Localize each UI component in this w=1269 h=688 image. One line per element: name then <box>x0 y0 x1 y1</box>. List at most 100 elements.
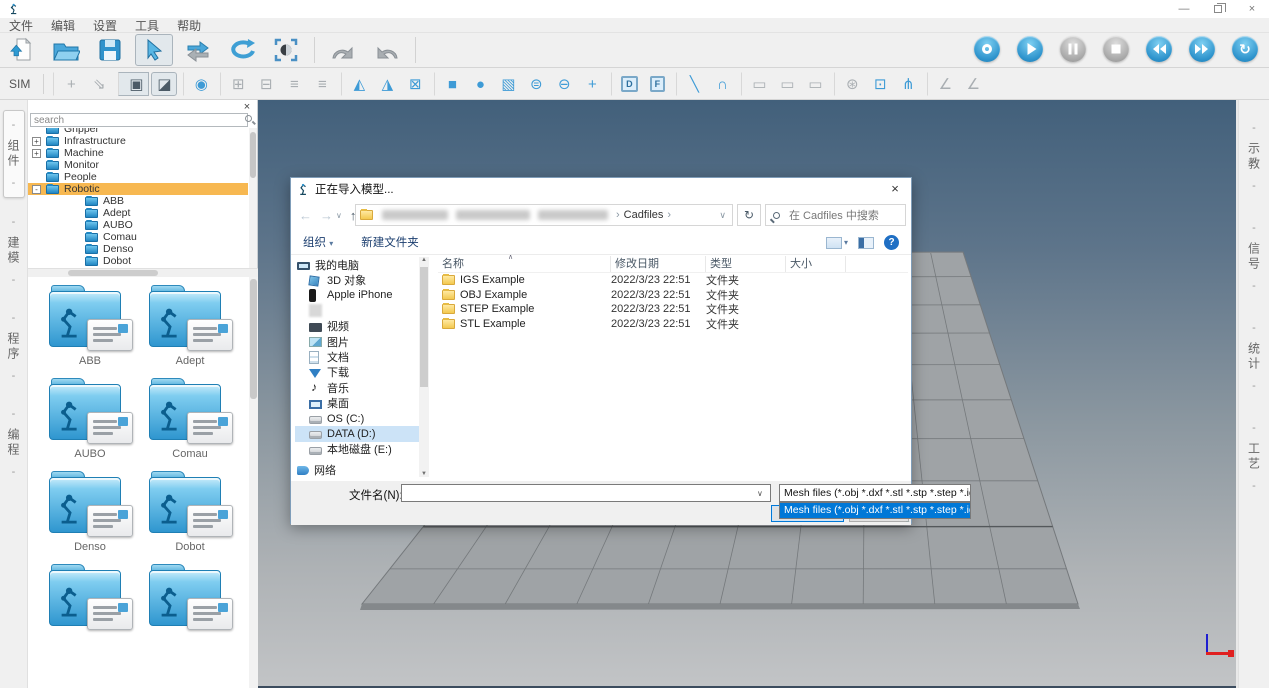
redo-button[interactable] <box>368 34 406 66</box>
cube-shape-icon[interactable]: ▧ <box>495 72 521 96</box>
rewind-button[interactable] <box>1146 36 1172 62</box>
reset-button[interactable]: ↻ <box>1232 36 1258 62</box>
play-button[interactable] <box>1017 36 1043 62</box>
filename-input[interactable] <box>401 484 771 502</box>
line-tool-icon[interactable]: ╲ <box>676 72 707 96</box>
tree-scrollbar[interactable] <box>249 128 257 268</box>
nav-tree-item[interactable]: 音乐 <box>295 380 419 395</box>
undo-button[interactable] <box>324 34 362 66</box>
grid-scrollbar[interactable] <box>249 277 258 688</box>
column-header-name[interactable]: 名称∧ <box>438 256 611 272</box>
nav-tree-item[interactable]: 图片 <box>295 334 419 349</box>
STEP Example[interactable]: STEP Example 2022/3/23 22:51 文件夹 <box>438 302 908 317</box>
component-folder-item[interactable]: Comau <box>140 378 240 461</box>
STL Example[interactable]: STL Example 2022/3/23 22:51 文件夹 <box>438 317 908 332</box>
tree-item[interactable]: Denso <box>28 243 248 255</box>
section-cube-icon[interactable]: ◪ <box>151 72 177 96</box>
column-header-date[interactable]: 修改日期 <box>611 256 706 272</box>
pan-tool-icon[interactable]: + <box>53 72 84 96</box>
address-dropdown-icon[interactable]: ∨ <box>719 210 726 221</box>
left-tab[interactable]: - 程序 - <box>3 304 25 390</box>
tree-item[interactable]: People <box>28 171 248 183</box>
organize-button[interactable]: 组织 ▾ <box>303 234 333 250</box>
right-tab[interactable]: - 信号 - <box>1243 214 1265 300</box>
pause-button[interactable] <box>1060 36 1086 62</box>
hierarchy-icon[interactable]: ⋔ <box>895 72 921 96</box>
nav-tree-item[interactable]: 3D 对象 <box>295 272 419 287</box>
breadcrumb-cadfiles[interactable]: Cadfiles <box>624 209 664 221</box>
nav-tree-item[interactable]: 下载 <box>295 365 419 380</box>
tree-item[interactable]: - Robotic <box>28 183 248 195</box>
nav-tree-item[interactable]: 视频 <box>295 319 419 334</box>
box-shape-icon[interactable]: ■ <box>434 72 465 96</box>
component-folder-item[interactable]: Denso <box>40 471 140 554</box>
chart-2-icon[interactable]: ∠ <box>960 72 986 96</box>
left-tab[interactable]: - 编程 - <box>3 400 25 486</box>
component-folder-item[interactable]: ABB <box>40 285 140 368</box>
save-button[interactable] <box>91 34 129 66</box>
delete-marker-icon[interactable]: ⊠ <box>402 72 428 96</box>
open-button[interactable] <box>47 34 85 66</box>
back-button[interactable]: ← <box>299 208 312 223</box>
column-header-size[interactable]: 大小 <box>786 256 846 272</box>
select-tool-button[interactable] <box>135 34 173 66</box>
chip-f-icon[interactable]: F <box>644 72 670 96</box>
fast-forward-button[interactable] <box>1189 36 1215 62</box>
menu-item[interactable]: 文件 <box>0 17 42 34</box>
arc-tool-icon[interactable]: ∩ <box>709 72 735 96</box>
component-folder-item[interactable]: Dobot <box>140 471 240 554</box>
cylinder-shape-icon[interactable]: ⊖ <box>551 72 577 96</box>
new-file-button[interactable] <box>3 34 41 66</box>
console-1-icon[interactable]: ▭ <box>741 72 772 96</box>
dialog-close-button[interactable]: × <box>880 179 910 199</box>
nav-tree-item[interactable]: OS (C:) <box>295 411 419 426</box>
tree-expander-icon[interactable]: - <box>32 185 41 194</box>
component-search-input[interactable] <box>30 113 248 127</box>
fit-view-icon[interactable]: ⇘ <box>86 72 112 96</box>
list-remove-icon[interactable]: ≡ <box>309 72 335 96</box>
component-folder-item[interactable] <box>140 564 240 647</box>
history-dropdown-icon[interactable]: ∨ <box>336 211 342 220</box>
right-tab[interactable]: - 工艺 - <box>1243 414 1265 500</box>
filetype-combobox[interactable]: Mesh files (*.obj *.dxf *.stl *.stp *.st… <box>779 484 971 502</box>
menu-item[interactable]: 编辑 <box>42 17 84 34</box>
left-tab[interactable]: - 组件 - <box>3 110 25 198</box>
refresh-button[interactable]: ↻ <box>737 204 761 226</box>
IGS Example[interactable]: IGS Example 2022/3/23 22:51 文件夹 <box>438 273 908 288</box>
right-tab[interactable]: - 统计 - <box>1243 314 1265 400</box>
panel-close-button[interactable]: × <box>240 101 254 113</box>
copy-add-icon[interactable]: ⊞ <box>220 72 251 96</box>
dialog-search-box[interactable]: 在 Cadfiles 中搜索 <box>765 204 906 226</box>
console-3-icon[interactable]: ▭ <box>802 72 828 96</box>
focus-view-button[interactable] <box>267 34 305 66</box>
new-folder-button[interactable]: 新建文件夹 <box>361 234 419 250</box>
forward-button[interactable]: → <box>320 208 333 223</box>
minimize-button[interactable]: — <box>1167 0 1201 18</box>
tree-item[interactable]: ABB <box>28 195 248 207</box>
menu-item[interactable]: 工具 <box>126 17 168 34</box>
chart-1-icon[interactable]: ∠ <box>927 72 958 96</box>
nav-tree-item[interactable]: 网络 <box>295 462 419 477</box>
tree-expander-icon[interactable]: + <box>32 149 41 158</box>
list-add-icon[interactable]: ≡ <box>281 72 307 96</box>
point-shape-icon[interactable]: + <box>579 72 605 96</box>
address-bar[interactable]: › Cadfiles › ∨ <box>355 204 733 226</box>
snowflake-icon[interactable]: ⊛ <box>834 72 865 96</box>
filetype-option-selected[interactable]: Mesh files (*.obj *.dxf *.stl *.stp *.st… <box>780 503 970 518</box>
nav-tree-item[interactable]: 我的电脑 <box>295 257 419 272</box>
nav-tree-item[interactable] <box>295 303 419 318</box>
dialog-titlebar[interactable]: 正在导入模型... × <box>291 178 911 200</box>
tree-item[interactable]: AUBO <box>28 219 248 231</box>
close-button[interactable]: × <box>1235 0 1269 18</box>
tree-expander-icon[interactable]: + <box>32 137 41 146</box>
stop-button[interactable] <box>1103 36 1129 62</box>
sphere-shape-icon[interactable]: ● <box>467 72 493 96</box>
chip-d-icon[interactable]: D <box>611 72 642 96</box>
left-tab[interactable]: - 建模 - <box>3 208 25 294</box>
marker-tool-icon[interactable]: ◭ <box>341 72 372 96</box>
eye-add-icon[interactable]: ◉ <box>183 72 214 96</box>
tree-item[interactable]: Gripper <box>28 128 248 135</box>
view-mode-button[interactable]: ▾ <box>826 237 848 249</box>
nav-tree-item[interactable]: 文档 <box>295 349 419 364</box>
component-folder-item[interactable]: AUBO <box>40 378 140 461</box>
